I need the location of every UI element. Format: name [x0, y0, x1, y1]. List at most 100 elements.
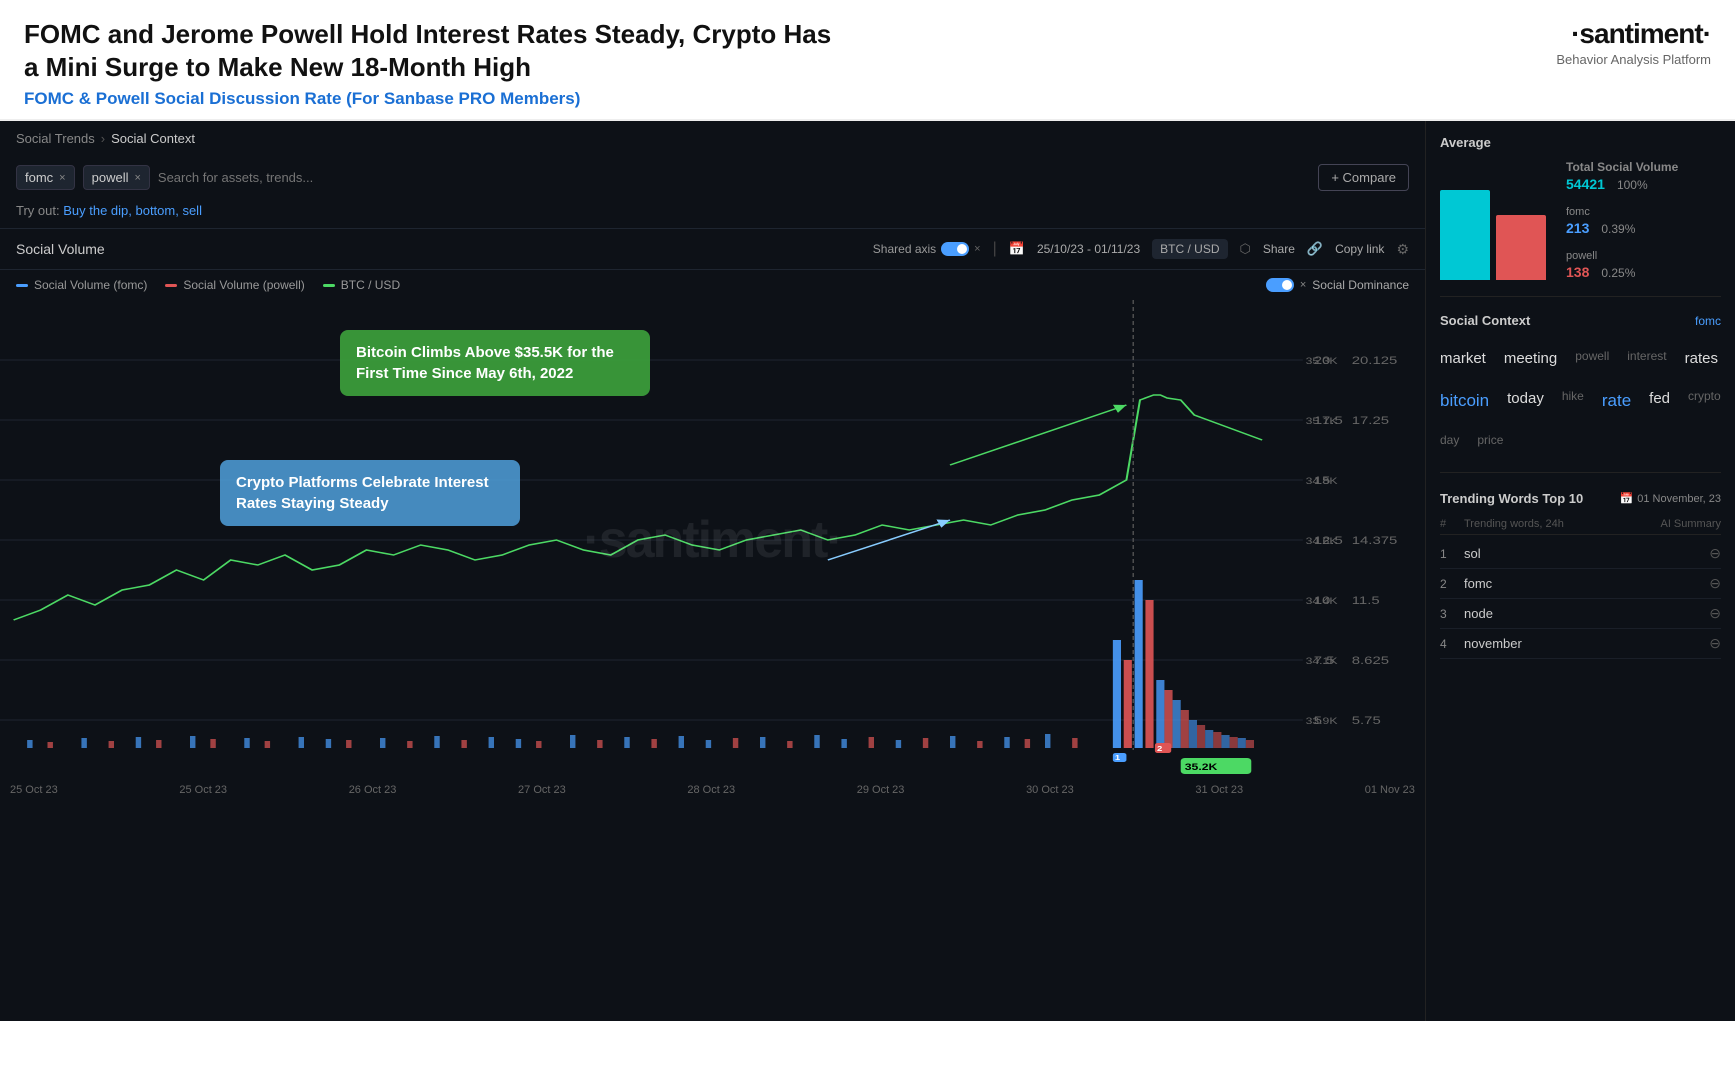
header-left: FOMC and Jerome Powell Hold Interest Rat… — [24, 18, 844, 109]
legend-label-fomc: Social Volume (fomc) — [34, 278, 147, 292]
svg-text:1: 1 — [1115, 753, 1121, 761]
share-icon: ⬡ — [1240, 241, 1251, 257]
svg-text:17.25: 17.25 — [1352, 414, 1389, 427]
avg-stats: Total Social Volume 54421 100% fomc 213 … — [1566, 160, 1678, 280]
trending-row-3: 3 node ⊖ — [1440, 599, 1721, 629]
svg-text:34.4K: 34.4K — [1306, 596, 1339, 606]
shared-axis-toggle[interactable] — [941, 242, 969, 256]
word-interest[interactable]: interest — [1627, 344, 1666, 374]
trending-row-1: 1 sol ⊖ — [1440, 539, 1721, 569]
x-label-7: 31 Oct 23 — [1195, 784, 1243, 796]
powell-value-row: 138 0.25% — [1566, 264, 1678, 280]
settings-button[interactable]: ⚙ — [1396, 241, 1409, 258]
average-title: Average — [1440, 135, 1721, 150]
svg-text:11.5: 11.5 — [1352, 594, 1380, 607]
page-title: FOMC and Jerome Powell Hold Interest Rat… — [24, 18, 844, 83]
search-input[interactable] — [158, 170, 1310, 185]
compare-button[interactable]: + Compare — [1318, 164, 1409, 191]
tr-num-3: 3 — [1440, 607, 1464, 621]
price-pair[interactable]: BTC / USD — [1152, 239, 1227, 259]
calendar-icon-trending: 📅 — [1620, 492, 1634, 505]
svg-text:33.9K: 33.9K — [1306, 716, 1339, 726]
word-fed[interactable]: fed — [1649, 384, 1670, 418]
word-today[interactable]: today — [1507, 384, 1544, 418]
th-ai: AI Summary — [1660, 518, 1721, 530]
word-bitcoin[interactable]: bitcoin — [1440, 384, 1489, 418]
trending-header: Trending Words Top 10 📅 01 November, 23 — [1440, 491, 1721, 506]
word-rates[interactable]: rates — [1685, 344, 1718, 374]
trending-date-text: 01 November, 23 — [1637, 493, 1721, 505]
annotation-green: Bitcoin Climbs Above $35.5K for the Firs… — [340, 330, 650, 396]
share-button[interactable]: Share — [1263, 242, 1295, 256]
shared-axis-label: Shared axis — [873, 242, 936, 256]
social-context-panel: Social Context fomc market meeting powel… — [1440, 313, 1721, 458]
social-context-tab[interactable]: fomc — [1695, 314, 1721, 328]
word-meeting[interactable]: meeting — [1504, 344, 1557, 374]
tag-powell-label: powell — [92, 170, 129, 185]
annotation-blue-text: Crypto Platforms Celebrate Interest Rate… — [236, 474, 489, 512]
x-label-6: 30 Oct 23 — [1026, 784, 1074, 796]
fomc-value-row: 213 0.39% — [1566, 220, 1678, 236]
svg-text:20.125: 20.125 — [1352, 354, 1398, 367]
trending-title: Trending Words Top 10 — [1440, 491, 1583, 506]
try-out-bar: Try out: Buy the dip, bottom, sell — [0, 199, 1425, 228]
tr-word-4[interactable]: november — [1464, 636, 1709, 651]
tr-ai-3[interactable]: ⊖ — [1709, 605, 1721, 622]
total-pct: 100% — [1617, 178, 1648, 192]
fomc-label: fomc — [1566, 206, 1678, 218]
word-rate[interactable]: rate — [1602, 384, 1631, 418]
tr-ai-2[interactable]: ⊖ — [1709, 575, 1721, 592]
svg-text:35.3K: 35.3K — [1306, 356, 1339, 366]
tag-powell-close[interactable]: × — [134, 172, 140, 184]
tag-fomc[interactable]: fomc × — [16, 165, 75, 190]
tag-fomc-close[interactable]: × — [59, 172, 65, 184]
legend-label-btc: BTC / USD — [341, 278, 400, 292]
svg-text:34.8K: 34.8K — [1306, 476, 1339, 486]
trending-row-4: 4 november ⊖ — [1440, 629, 1721, 659]
chart-legend: Social Volume (fomc) Social Volume (powe… — [0, 270, 1425, 300]
legend-fomc: Social Volume (fomc) — [16, 278, 147, 292]
total-value: 54421 — [1566, 176, 1605, 192]
copy-link-button[interactable]: Copy link — [1335, 242, 1384, 256]
social-dominance-label: Social Dominance — [1312, 278, 1409, 292]
tr-word-2[interactable]: fomc — [1464, 576, 1709, 591]
word-powell[interactable]: powell — [1575, 344, 1609, 374]
tr-word-1[interactable]: sol — [1464, 546, 1709, 561]
word-crypto[interactable]: crypto — [1688, 384, 1721, 418]
tr-word-3[interactable]: node — [1464, 606, 1709, 621]
social-context-header: Social Context fomc — [1440, 313, 1721, 328]
x-label-5: 29 Oct 23 — [857, 784, 905, 796]
breadcrumb-parent[interactable]: Social Trends — [16, 131, 95, 146]
try-out-links[interactable]: Buy the dip, bottom, sell — [63, 203, 202, 218]
page-subtitle: FOMC & Powell Social Discussion Rate (Fo… — [24, 89, 844, 109]
legend-dot-powell — [165, 284, 177, 287]
trending-rows: 1 sol ⊖ 2 fomc ⊖ 3 node ⊖ 4 november — [1440, 539, 1721, 659]
th-num: # — [1440, 518, 1464, 530]
trending-row-2: 2 fomc ⊖ — [1440, 569, 1721, 599]
trending-section: Trending Words Top 10 📅 01 November, 23 … — [1440, 491, 1721, 659]
social-dominance-close[interactable]: × — [1300, 279, 1306, 291]
word-hike[interactable]: hike — [1562, 384, 1584, 418]
tag-powell[interactable]: powell × — [83, 165, 150, 190]
powell-pct: 0.25% — [1601, 266, 1635, 280]
annotation-blue: Crypto Platforms Celebrate Interest Rate… — [220, 460, 520, 526]
powell-label: powell — [1566, 250, 1678, 262]
main-content: Social Trends › Social Context fomc × po… — [0, 121, 1735, 1021]
social-dominance-toggle[interactable] — [1266, 278, 1294, 292]
svg-text:35.2K: 35.2K — [1185, 762, 1218, 772]
legend-powell: Social Volume (powell) — [165, 278, 304, 292]
tr-ai-1[interactable]: ⊖ — [1709, 545, 1721, 562]
word-price[interactable]: price — [1477, 428, 1503, 452]
shared-axis-close[interactable]: × — [974, 243, 980, 255]
x-label-1: 25 Oct 23 — [179, 784, 227, 796]
tag-fomc-label: fomc — [25, 170, 53, 185]
x-label-4: 28 Oct 23 — [687, 784, 735, 796]
date-range[interactable]: 25/10/23 - 01/11/23 — [1037, 242, 1140, 256]
word-day[interactable]: day — [1440, 428, 1459, 452]
total-label: Total Social Volume — [1566, 160, 1678, 174]
header-right: ·santiment· Behavior Analysis Platform — [1556, 18, 1711, 67]
total-stat: Total Social Volume 54421 100% — [1566, 160, 1678, 192]
tr-ai-4[interactable]: ⊖ — [1709, 635, 1721, 652]
svg-text:5.75: 5.75 — [1352, 714, 1381, 727]
word-market[interactable]: market — [1440, 344, 1486, 374]
